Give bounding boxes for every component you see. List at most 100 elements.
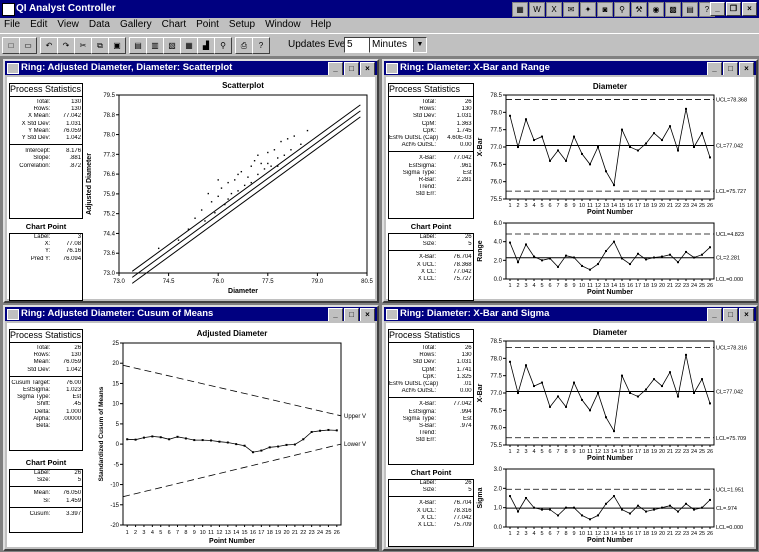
menu-help[interactable]: Help <box>311 18 332 32</box>
close-button[interactable]: × <box>739 62 754 75</box>
stat-value: 1.042 <box>66 366 82 373</box>
stat-label: Rows: <box>419 352 437 359</box>
minimize-button[interactable]: _ <box>710 2 725 16</box>
menu-view[interactable]: View <box>57 18 79 32</box>
stat-label: EstSigma: <box>408 162 437 169</box>
menu-chart[interactable]: Chart <box>162 18 186 32</box>
menu-point[interactable]: Point <box>196 18 219 32</box>
close-button[interactable]: × <box>739 308 754 321</box>
range-chart[interactable]: 0.02.04.06.01 2 3 4 5 6 7 8 9 10 11 12 13 14 15 16 17 18 1… <box>474 217 758 301</box>
satellite-icon[interactable]: ✦ <box>580 2 596 17</box>
redo-icon[interactable]: ↷ <box>57 37 75 54</box>
image-icon[interactable]: ▧ <box>163 37 181 54</box>
x-tick-label: 23 <box>683 449 689 455</box>
xbar-sigma-window-titlebar[interactable]: Ring: Diameter: X-Bar and Sigma _ □ × <box>384 307 756 321</box>
tools-icon[interactable]: ⚒ <box>631 2 647 17</box>
maximize-button[interactable]: □ <box>723 308 738 321</box>
stat-row: Act% OutSL: 0.00 <box>389 142 473 149</box>
stat-value: 1.741 <box>456 366 472 373</box>
print-icon[interactable]: ⎙ <box>235 37 253 54</box>
scatterplot-window-titlebar[interactable]: Ring: Adjusted Diameter, Diameter: Scatt… <box>5 61 377 75</box>
menu-setup[interactable]: Setup <box>229 18 255 32</box>
data-point <box>669 253 671 256</box>
close-button[interactable]: × <box>360 62 375 75</box>
menu-edit[interactable]: Edit <box>30 18 47 32</box>
table-icon[interactable]: ▦ <box>180 37 198 54</box>
cut-icon[interactable]: ✂ <box>74 37 92 54</box>
new-file-icon[interactable]: □ <box>2 37 20 54</box>
x-tick-label: 3 <box>142 530 145 536</box>
cl-label: CL=.974 <box>716 506 737 512</box>
menu-data[interactable]: Data <box>89 18 110 32</box>
paste-icon[interactable]: ▣ <box>108 37 126 54</box>
minimize-button[interactable]: _ <box>707 62 722 75</box>
close-button[interactable]: × <box>360 308 375 321</box>
maximize-button[interactable]: □ <box>344 308 359 321</box>
xbar-range-window-titlebar[interactable]: Ring: Diameter: X-Bar and Range _ □ × <box>384 61 756 75</box>
xbar-sigma-window[interactable]: Ring: Diameter: X-Bar and Sigma _ □ × Pr… <box>382 305 758 551</box>
maximize-button[interactable]: □ <box>723 62 738 75</box>
xbar-chart[interactable]: Diameter75.576.076.577.077.578.078.51 2 3 4… <box>474 323 758 463</box>
menu-file[interactable]: File <box>4 18 20 32</box>
minimize-button[interactable]: _ <box>707 308 722 321</box>
camera-icon[interactable]: ◙ <box>597 2 613 17</box>
cusum-chart[interactable]: Adjusted Diameter-20-15-10-505101520251 2… <box>83 323 379 549</box>
globe-icon[interactable]: ◉ <box>648 2 664 17</box>
minimize-button[interactable]: _ <box>328 62 343 75</box>
scatter-point <box>227 198 229 200</box>
scatter-point <box>237 173 239 176</box>
stat-value: 8.176 <box>66 148 82 155</box>
sigma-chart[interactable]: 0.01.02.03.01 2 3 4 5 6 7 8 9 10 11 12 13 14 15 16 17 18 1… <box>474 463 758 549</box>
tile-icon[interactable]: ▥ <box>146 37 164 54</box>
scatterplot-window-body: Process Statistics Total: 130 Rows: 130 X Me… <box>7 77 375 301</box>
data-point <box>661 139 663 142</box>
xbar-chart[interactable]: Diameter75.576.076.577.077.578.078.51 2 3 4… <box>474 77 758 217</box>
zoom-icon[interactable]: ⚲ <box>214 37 232 54</box>
cascade-icon[interactable]: ▤ <box>129 37 147 54</box>
x-tick-label: 25 <box>699 203 705 209</box>
histogram-icon[interactable]: ▟ <box>197 37 215 54</box>
data-point <box>134 438 137 441</box>
updates-unit-select[interactable]: Minutes ▼ <box>369 37 427 53</box>
scatterplot-chart[interactable]: Scatterplot 73.0 74.5 76.0 77.5 79.0 80.5 73.0 7… <box>83 77 379 301</box>
scatterplot-window[interactable]: Ring: Adjusted Diameter, Diameter: Scatt… <box>3 59 379 303</box>
menu-window[interactable]: Window <box>265 18 301 32</box>
book-icon[interactable]: ▤ <box>682 2 698 17</box>
w-icon[interactable]: W <box>529 2 545 17</box>
updates-input[interactable]: 5 <box>344 37 370 53</box>
stat-row: X-Bar: 77.042 <box>389 401 473 408</box>
stat-label: X UCL: <box>416 507 437 514</box>
maximize-button[interactable]: □ <box>344 62 359 75</box>
mail-icon[interactable]: ✉ <box>563 2 579 17</box>
chevron-down-icon[interactable]: ▼ <box>413 38 426 52</box>
x-tick-label: 13 <box>225 530 231 536</box>
stat-value: 1.031 <box>456 359 472 366</box>
open-folder-icon[interactable]: ▭ <box>19 37 37 54</box>
cusum-window[interactable]: Ring: Adjusted Diameter: Cusum of Means … <box>3 305 379 551</box>
grid-icon[interactable]: ▩ <box>665 2 681 17</box>
chart-title: Scatterplot <box>222 81 264 90</box>
undo-icon[interactable]: ↶ <box>40 37 58 54</box>
data-point <box>168 438 171 441</box>
cusum-window-titlebar[interactable]: Ring: Adjusted Diameter: Cusum of Means … <box>5 307 377 321</box>
stat-row: X UCL: 78.368 <box>389 262 473 269</box>
restore-button[interactable]: ❐ <box>726 2 741 16</box>
mdi-workspace: Ring: Adjusted Diameter, Diameter: Scatt… <box>0 57 759 552</box>
y-tick-label: 77.5 <box>490 374 502 380</box>
scatter-point <box>250 181 252 184</box>
x-icon[interactable]: X <box>546 2 562 17</box>
y-tick-label: 0 <box>116 442 120 448</box>
xbar-range-window[interactable]: Ring: Diameter: X-Bar and Range _ □ × Pr… <box>382 59 758 303</box>
close-button[interactable]: × <box>742 2 757 16</box>
copy-icon[interactable]: ⧉ <box>91 37 109 54</box>
context-help-icon[interactable]: ? <box>252 37 270 54</box>
magnifier-icon[interactable]: ⚲ <box>614 2 630 17</box>
chart-icon[interactable]: ▦ <box>512 2 528 17</box>
cusum-window-title: Ring: Adjusted Diameter: Cusum of Means <box>21 308 214 319</box>
menu-gallery[interactable]: Gallery <box>120 18 152 32</box>
data-point <box>685 250 687 253</box>
x-tick-label: 1 <box>508 203 511 209</box>
minimize-button[interactable]: _ <box>328 308 343 321</box>
data-point <box>581 398 583 401</box>
x-tick-label: 12 <box>216 530 222 536</box>
